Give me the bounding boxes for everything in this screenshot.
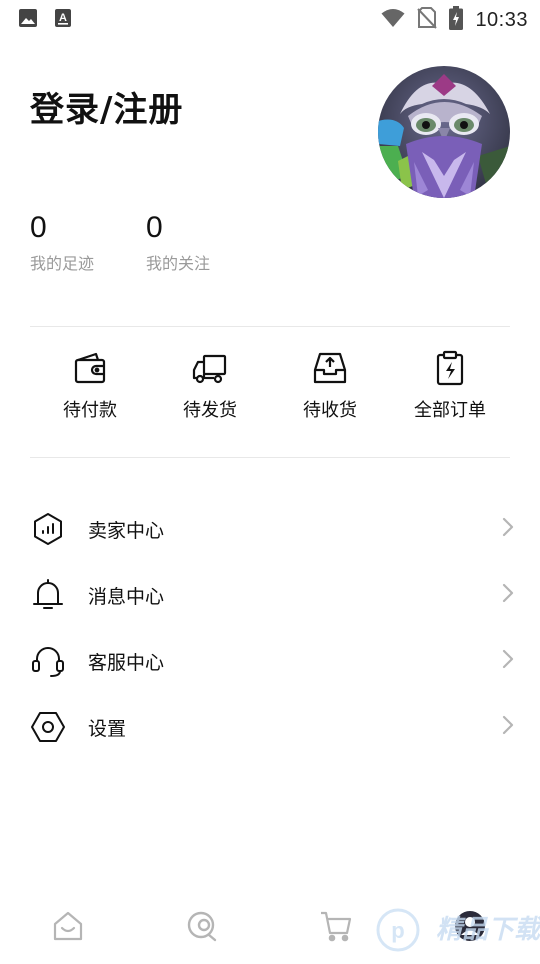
menu-item-settings-label: 设置 bbox=[88, 717, 127, 740]
avatar[interactable] bbox=[378, 66, 510, 198]
order-pending-receipt-label: 待收货 bbox=[303, 400, 357, 421]
nav-home[interactable] bbox=[48, 908, 88, 948]
menu-item-message-center[interactable]: 消息中心 bbox=[30, 562, 514, 628]
nav-discover[interactable] bbox=[182, 908, 222, 948]
svg-text:p: p bbox=[391, 918, 404, 943]
chevron-right-icon bbox=[502, 649, 514, 673]
settings-menu: 卖家中心 消息中心 客服中心 设置 bbox=[30, 496, 514, 760]
owl-graffiti-avatar bbox=[378, 66, 510, 198]
home-icon bbox=[52, 910, 84, 946]
menu-item-message-center-label: 消息中心 bbox=[88, 585, 165, 608]
footprint-label: 我的足迹 bbox=[30, 254, 95, 273]
discover-icon bbox=[185, 909, 219, 947]
status-bar: A 10:33 bbox=[0, 0, 540, 36]
order-pending-payment-label: 待付款 bbox=[63, 400, 117, 421]
order-pending-payment[interactable]: 待付款 bbox=[30, 350, 150, 422]
cart-icon bbox=[319, 909, 353, 947]
following-label: 我的关注 bbox=[146, 254, 211, 273]
following-count: 0 bbox=[146, 211, 163, 244]
hexagon-chart-icon bbox=[30, 511, 66, 547]
order-pending-shipment[interactable]: 待发货 bbox=[150, 350, 270, 422]
login-register-link[interactable]: 登录/注册 bbox=[30, 82, 183, 131]
chevron-right-icon bbox=[502, 583, 514, 607]
wallet-icon bbox=[72, 350, 108, 386]
chevron-right-icon bbox=[502, 715, 514, 739]
clipboard-bolt-icon bbox=[432, 350, 468, 386]
headset-icon bbox=[30, 643, 66, 679]
inbox-upload-icon bbox=[312, 350, 348, 386]
footprint-count: 0 bbox=[30, 211, 47, 244]
no-sim-icon bbox=[417, 7, 438, 33]
menu-item-customer-service-label: 客服中心 bbox=[88, 651, 165, 674]
bell-icon bbox=[30, 577, 66, 613]
status-time: 10:33 bbox=[475, 8, 528, 31]
menu-item-seller-center-label: 卖家中心 bbox=[88, 519, 165, 542]
chevron-right-icon bbox=[502, 517, 514, 541]
order-all[interactable]: 全部订单 bbox=[390, 350, 510, 422]
order-all-label: 全部订单 bbox=[414, 400, 486, 421]
following-stat[interactable]: 0 我的关注 bbox=[146, 210, 210, 274]
wifi-icon bbox=[381, 8, 405, 32]
svg-text:A: A bbox=[59, 12, 67, 24]
order-pending-receipt[interactable]: 待收货 bbox=[270, 350, 390, 422]
menu-item-settings[interactable]: 设置 bbox=[30, 694, 514, 760]
battery-charging-icon bbox=[449, 6, 464, 34]
menu-item-seller-center[interactable]: 卖家中心 bbox=[30, 496, 514, 562]
order-pending-shipment-label: 待发货 bbox=[183, 400, 237, 421]
footprint-stat[interactable]: 0 我的足迹 bbox=[30, 210, 94, 274]
keyboard-a-icon: A bbox=[54, 8, 72, 32]
hexagon-settings-icon bbox=[30, 709, 66, 745]
order-shortcuts: 待付款 待发货 待收货 全部订单 bbox=[30, 350, 510, 422]
divider bbox=[30, 326, 510, 327]
watermark-logo: p 精品下载 bbox=[376, 900, 540, 960]
image-icon bbox=[18, 8, 38, 32]
truck-icon bbox=[192, 350, 228, 386]
divider bbox=[30, 457, 510, 458]
nav-cart[interactable] bbox=[316, 908, 356, 948]
svg-text:精品下载: 精品下载 bbox=[436, 915, 540, 945]
menu-item-customer-service[interactable]: 客服中心 bbox=[30, 628, 514, 694]
